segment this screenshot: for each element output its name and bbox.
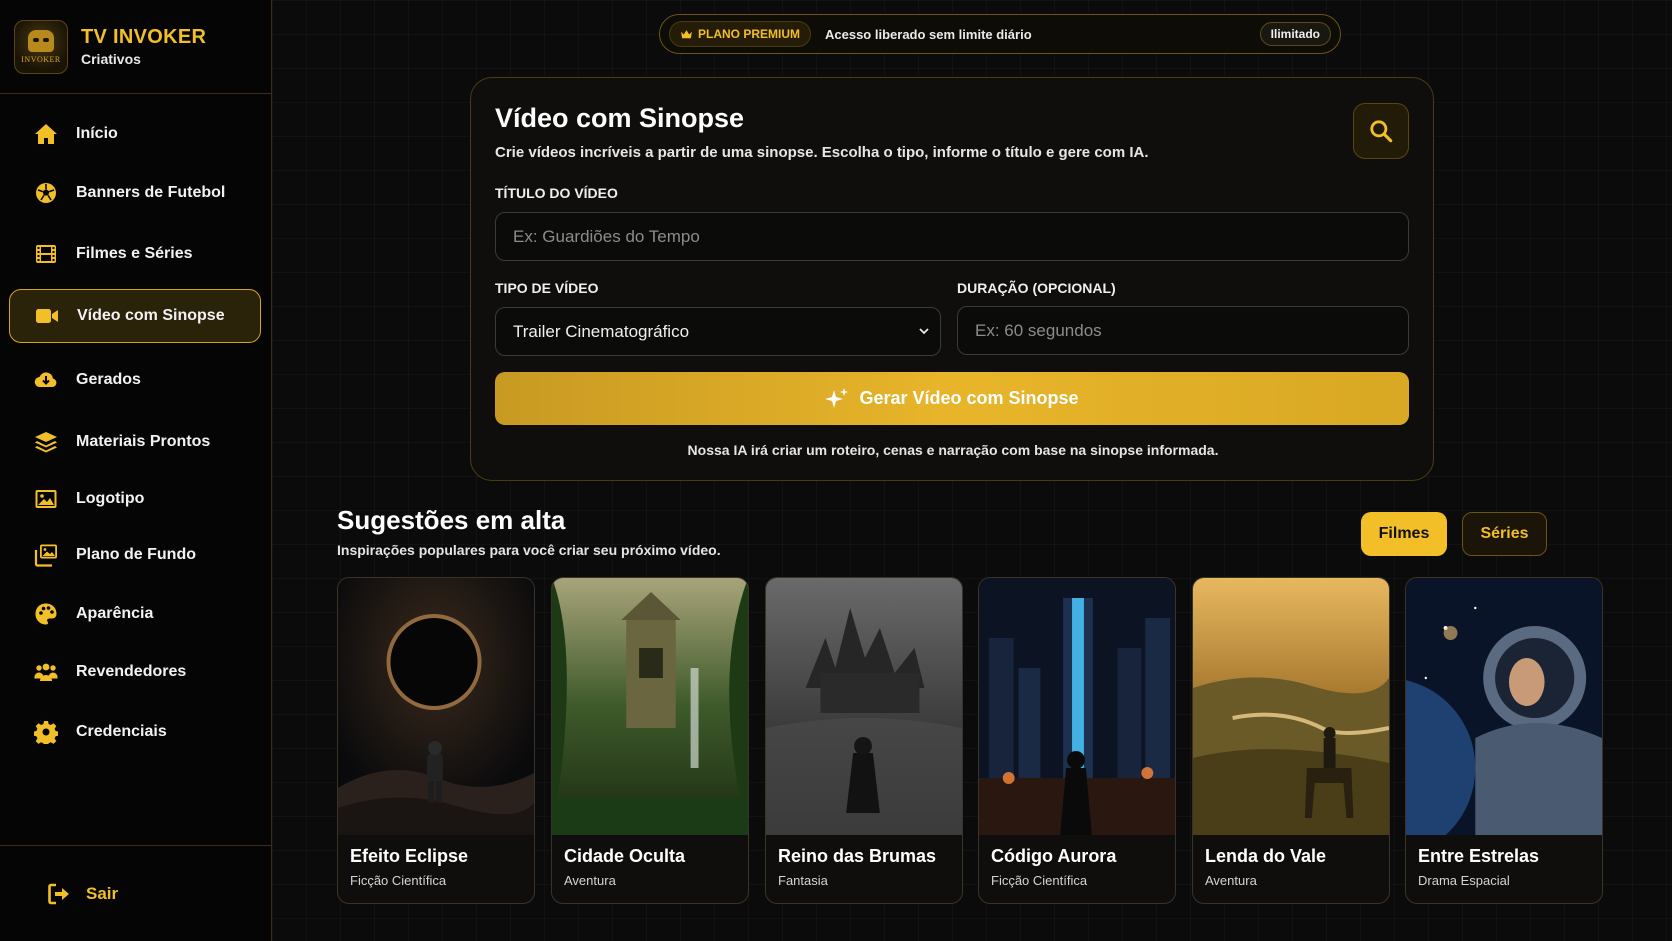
sidebar-item-label: Revendedores: [76, 663, 187, 680]
sidebar: INVOKER TV INVOKER Criativos Início Bann…: [0, 0, 272, 941]
logo-text: INVOKER: [21, 54, 61, 64]
sparkles-icon: [825, 387, 849, 408]
movie-card[interactable]: Efeito Eclipse Ficção Científica: [337, 577, 535, 904]
movie-genre: Aventura: [564, 873, 616, 888]
tab-series[interactable]: Séries: [1462, 512, 1547, 556]
movie-poster: [1193, 578, 1389, 835]
brand-logo: INVOKER: [14, 19, 68, 74]
premium-banner: PLANO PREMIUM Acesso liberado sem limite…: [659, 14, 1341, 54]
images-icon: [33, 542, 59, 568]
type-field-label: TIPO DE VÍDEO: [495, 280, 599, 296]
sidebar-item-materiais-prontos[interactable]: Materiais Prontos: [9, 415, 261, 469]
chevron-down-icon: [919, 328, 929, 335]
movie-card[interactable]: Reino das Brumas Fantasia: [765, 577, 963, 904]
suggestions-subtitle: Inspirações populares para você criar se…: [337, 542, 721, 558]
sidebar-item-plano-fundo[interactable]: Plano de Fundo: [9, 528, 261, 582]
sidebar-item-inicio[interactable]: Início: [9, 107, 261, 161]
movie-genre: Fantasia: [778, 873, 828, 888]
cloud-download-icon: [33, 367, 59, 393]
video-camera-icon: [34, 303, 60, 329]
sidebar-item-gerados[interactable]: Gerados: [9, 353, 261, 407]
brand-title: TV INVOKER: [81, 26, 207, 48]
title-field-label: TÍTULO DO VÍDEO: [495, 185, 618, 201]
logout-icon: [46, 881, 72, 907]
image-icon: [33, 486, 59, 512]
sidebar-item-video-sinopse[interactable]: Vídeo com Sinopse: [9, 289, 261, 343]
movie-genre: Ficção Científica: [991, 873, 1088, 888]
video-type-value: Trailer Cinematográfico: [513, 321, 690, 341]
movie-title: Cidade Oculta: [564, 846, 686, 866]
page-title: Vídeo com Sinopse: [495, 103, 745, 133]
sidebar-item-label: Logotipo: [76, 490, 145, 507]
movie-card[interactable]: Código Aurora Ficção Científica: [978, 577, 1176, 904]
movie-poster: [766, 578, 962, 835]
movie-card[interactable]: Entre Estrelas Drama Espacial: [1405, 577, 1603, 904]
sidebar-item-logotipo[interactable]: Logotipo: [9, 472, 261, 526]
home-icon: [33, 121, 59, 147]
video-type-select[interactable]: Trailer Cinematográfico: [495, 307, 941, 356]
movie-title: Lenda do Vale: [1205, 846, 1327, 866]
unlimited-pill: Ilimitado: [1259, 22, 1331, 46]
movie-poster: [979, 578, 1175, 835]
sidebar-item-label: Vídeo com Sinopse: [77, 307, 225, 324]
sidebar-item-label: Início: [76, 125, 118, 142]
sidebar-item-filmes-series[interactable]: Filmes e Séries: [9, 227, 261, 281]
movie-genre: Ficção Científica: [350, 873, 447, 888]
sidebar-item-label: Filmes e Séries: [76, 245, 193, 262]
sidebar-item-credenciais[interactable]: Credenciais: [9, 705, 261, 759]
sidebar-item-label: Credenciais: [76, 723, 167, 740]
movie-poster: [1406, 578, 1602, 835]
movie-title: Código Aurora: [991, 846, 1117, 866]
sidebar-item-banners-futebol[interactable]: Banners de Futebol: [9, 166, 261, 220]
premium-badge: PLANO PREMIUM: [669, 21, 811, 47]
premium-text: Acesso liberado sem limite diário: [825, 26, 1032, 42]
movie-poster: [552, 578, 748, 835]
movie-title: Entre Estrelas: [1418, 846, 1540, 866]
page-subtitle: Crie vídeos incríveis a partir de uma si…: [495, 144, 1149, 161]
tab-filmes[interactable]: Filmes: [1361, 512, 1447, 556]
sidebar-item-aparencia[interactable]: Aparência: [9, 587, 261, 641]
layers-icon: [33, 429, 59, 455]
film-icon: [33, 241, 59, 267]
movie-genre: Aventura: [1205, 873, 1257, 888]
brand-subtitle: Criativos: [81, 51, 141, 67]
sidebar-item-label: Plano de Fundo: [76, 546, 196, 563]
sidebar-item-label: Gerados: [76, 371, 141, 388]
generate-button-label: Gerar Vídeo com Sinopse: [859, 388, 1079, 408]
users-icon: [33, 659, 59, 685]
sidebar-item-label: Materiais Prontos: [76, 433, 211, 450]
movie-title: Efeito Eclipse: [350, 846, 469, 866]
movie-genre: Drama Espacial: [1418, 873, 1510, 888]
gear-icon: [33, 719, 59, 745]
palette-icon: [33, 601, 59, 627]
duration-input[interactable]: Ex: 60 segundos: [957, 306, 1409, 355]
search-icon: [1370, 120, 1393, 143]
duration-field-label: DURAÇÃO (OPCIONAL): [957, 280, 1116, 296]
generate-video-button[interactable]: Gerar Vídeo com Sinopse: [495, 372, 1409, 425]
movie-poster: [338, 578, 534, 835]
premium-badge-label: PLANO PREMIUM: [698, 27, 800, 41]
video-title-input[interactable]: Ex: Guardiões do Tempo: [495, 212, 1409, 261]
logout-button[interactable]: Sair: [0, 845, 272, 941]
logout-label: Sair: [86, 883, 119, 903]
movie-card[interactable]: Lenda do Vale Aventura: [1192, 577, 1390, 904]
movie-card[interactable]: Cidade Oculta Aventura: [551, 577, 749, 904]
search-button[interactable]: [1353, 103, 1409, 159]
crown-icon: [681, 29, 692, 38]
generate-note: Nossa IA irá criar um roteiro, cenas e n…: [687, 442, 1219, 458]
movie-title: Reino das Brumas: [778, 846, 937, 866]
brand: INVOKER TV INVOKER Criativos: [0, 0, 271, 94]
sidebar-item-label: Banners de Futebol: [76, 184, 226, 201]
sidebar-item-revendedores[interactable]: Revendedores: [9, 645, 261, 699]
suggestions-title: Sugestões em alta: [337, 505, 566, 535]
sidebar-item-label: Aparência: [76, 605, 154, 622]
soccer-ball-icon: [33, 180, 59, 206]
video-form-card: Vídeo com Sinopse Crie vídeos incríveis …: [470, 77, 1434, 481]
